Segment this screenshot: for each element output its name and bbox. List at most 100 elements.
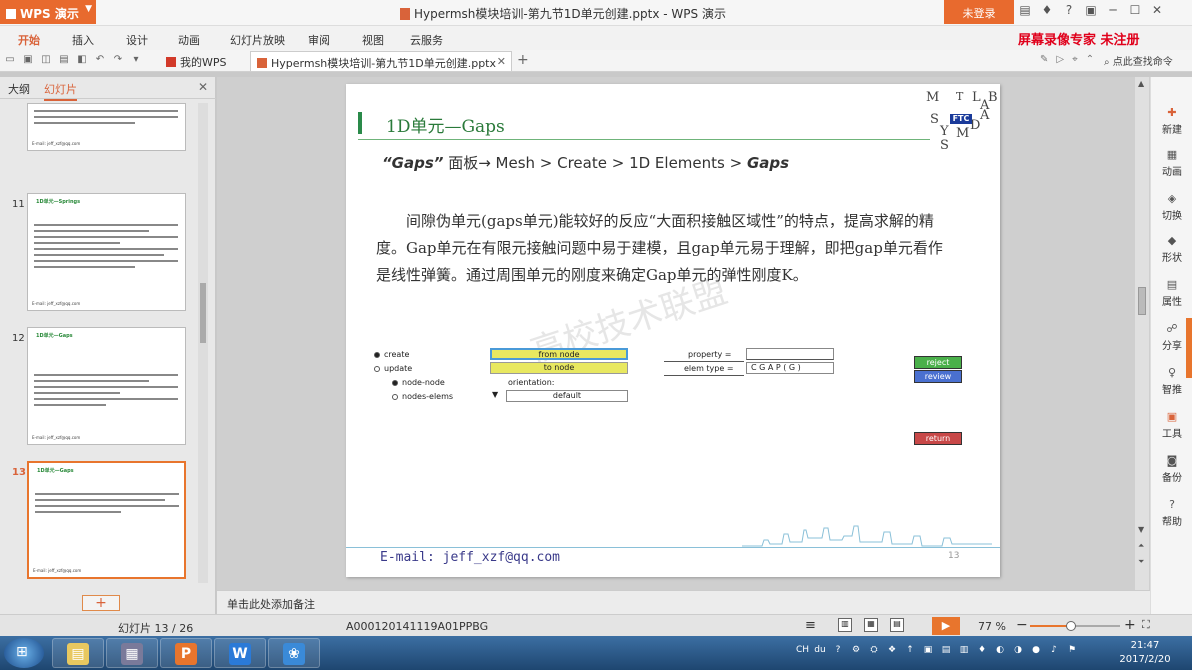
sidebar-expand-handle[interactable] (1186, 318, 1192, 378)
tray-app-icon[interactable]: ❖ (886, 645, 898, 655)
tray-gear-icon[interactable]: ⛭ (868, 645, 880, 655)
zoom-in-icon[interactable]: + (1124, 617, 1136, 633)
scroll-up-icon[interactable]: ▲ (1138, 79, 1144, 88)
sidebar-shape[interactable]: ◆ 形状 (1151, 235, 1192, 265)
redo-icon[interactable]: ↷ (112, 54, 124, 66)
tab-cloud[interactable]: 云服务 (410, 32, 443, 48)
volume-icon[interactable]: ♪ (1048, 645, 1060, 655)
maximize-icon[interactable]: ☐ (1128, 3, 1142, 17)
tab-design[interactable]: 设计 (126, 32, 148, 48)
slide-thumbnail-11[interactable]: 1D单元—Springs E-mail: jeff_xzf@qq.com (27, 193, 186, 311)
tab-view[interactable]: 视图 (362, 32, 384, 48)
customize-icon[interactable]: ▾ (130, 54, 142, 66)
zoom-slider[interactable] (1030, 621, 1120, 631)
body-paragraph[interactable]: 间隙伪单元(gaps单元)能较好的反应“大面积接触区域性”的特点，提高求解的精度… (376, 208, 956, 289)
reading-view-icon[interactable]: ▤ (890, 618, 904, 632)
slide-thumbnail-13[interactable]: 1D单元—Gaps E-mail: jeff_xzf@qq.com (27, 461, 186, 579)
sidebar-help[interactable]: ? 帮助 (1151, 499, 1192, 529)
action-center-icon[interactable]: ⚑ (1066, 645, 1078, 655)
slideshow-play-button[interactable]: ▶ (932, 617, 960, 635)
taskbar-wps-writer[interactable]: W (214, 638, 266, 668)
tray-icon-3[interactable]: ▥ (958, 645, 970, 655)
tab-home[interactable]: 开始 (18, 32, 40, 48)
language-indicator[interactable]: CH (796, 645, 809, 655)
tab-insert[interactable]: 插入 (72, 32, 94, 48)
fit-window-icon[interactable]: ⛶ (1142, 618, 1150, 632)
slide-scroll-thumb[interactable] (1138, 287, 1146, 315)
taskbar-hypermesh[interactable]: ▦ (106, 638, 158, 668)
open-icon[interactable]: ▭ (4, 54, 16, 66)
tray-icon-7[interactable]: ● (1030, 645, 1042, 655)
skin-icon[interactable]: ▤ (1018, 3, 1032, 17)
normal-view-icon[interactable]: ▥ (838, 618, 852, 632)
slide-thumbnail-12[interactable]: 1D单元—Gaps E-mail: jeff_xzf@qq.com (27, 327, 186, 445)
help-icon[interactable]: ? (1062, 3, 1076, 17)
tray-icon-5[interactable]: ◐ (994, 645, 1006, 655)
show-hidden-icons[interactable]: ↑ (904, 645, 916, 655)
save-icon[interactable]: ▣ (22, 54, 34, 66)
scroll-down-icon[interactable]: ▼ (1138, 525, 1144, 534)
footer-email[interactable]: E-mail: jeff_xzf@qq.com (380, 550, 560, 565)
wps-app-menu-button[interactable]: WPS 演示 ▼ (0, 0, 96, 24)
close-panel-icon[interactable]: ✕ (198, 80, 208, 94)
collapse-icon[interactable]: ⌃ (1086, 54, 1094, 65)
share-icon[interactable]: ▷ (1056, 54, 1064, 65)
system-clock[interactable]: 21:47 2017/2/20 (1110, 639, 1180, 667)
slide-title[interactable]: 1D单元—Gaps (386, 112, 505, 137)
pin-icon[interactable]: ⌖ (1072, 54, 1078, 65)
command-search[interactable]: ⌕ 点此查找命令 (1104, 53, 1173, 68)
sidebar-properties[interactable]: ▤ 属性 (1151, 279, 1192, 309)
sidebar-tools[interactable]: ▣ 工具 (1151, 411, 1192, 441)
slide-thumbnail-10[interactable]: E-mail: jeff_xzf@qq.com (27, 103, 186, 151)
zoom-out-icon[interactable]: − (1016, 617, 1028, 633)
tab-review[interactable]: 审阅 (308, 32, 330, 48)
tray-icon-4[interactable]: ♦ (976, 645, 988, 655)
sidebar-transition[interactable]: ◈ 切换 (1151, 193, 1192, 223)
prev-slide-icon[interactable]: ⏶ (1138, 541, 1144, 551)
tab-my-wps[interactable]: 我的WPS (160, 51, 233, 71)
add-slide-button[interactable]: + (82, 595, 120, 611)
baidu-input-icon[interactable]: du (814, 645, 826, 655)
tab-document[interactable]: Hypermsh模块培训-第九节1D单元创建.pptx ✕ (250, 51, 512, 71)
sidebar-backup[interactable]: ◙ 备份 (1151, 455, 1192, 485)
shirt-icon[interactable]: ♦ (1040, 3, 1054, 17)
print-icon[interactable]: ▤ (58, 54, 70, 66)
tray-help-icon[interactable]: ? (832, 645, 844, 655)
panel-scrollbar[interactable] (198, 103, 208, 583)
close-tab-icon[interactable]: ✕ (497, 55, 506, 68)
taskbar-explorer[interactable]: ▤ (52, 638, 104, 668)
pdf-icon[interactable]: ◫ (40, 54, 52, 66)
brush-icon[interactable]: ✎ (1040, 54, 1048, 65)
tray-settings-icon[interactable]: ⚙ (850, 645, 862, 655)
undo-icon[interactable]: ↶ (94, 54, 106, 66)
sidebar-animation[interactable]: ▦ 动画 (1151, 149, 1192, 179)
preview-icon[interactable]: ◧ (76, 54, 88, 66)
minimize-icon[interactable]: ─ (1106, 3, 1120, 17)
login-button[interactable]: 未登录 (944, 0, 1014, 24)
panel-scroll-thumb[interactable] (200, 283, 206, 343)
next-slide-icon[interactable]: ⏷ (1138, 557, 1144, 567)
notes-area[interactable]: 单击此处添加备注 (217, 590, 1150, 614)
tab-slides[interactable]: 幻灯片 (44, 81, 77, 101)
tab-slideshow[interactable]: 幻灯片放映 (230, 32, 285, 48)
tray-icon-6[interactable]: ◑ (1012, 645, 1024, 655)
close-icon[interactable]: ✕ (1150, 3, 1164, 17)
tray-icon-1[interactable]: ▣ (922, 645, 934, 655)
tab-animation[interactable]: 动画 (178, 32, 200, 48)
recorder-watermark: 屏幕录像专家 未注册 (1018, 33, 1140, 48)
new-tab-button[interactable]: + (517, 52, 529, 68)
taskbar-recorder[interactable]: ❀ (268, 638, 320, 668)
feedback-icon[interactable]: ▣ (1084, 3, 1098, 17)
sidebar-smart-label: 智推 (1162, 385, 1182, 396)
notes-toggle-icon[interactable]: ≡ (805, 618, 816, 633)
start-button[interactable]: ⊞ (4, 638, 44, 668)
current-slide[interactable]: 1D单元—Gaps M T L A B S Y M S D A FTC “Gap… (346, 84, 1000, 577)
menu-path[interactable]: “Gaps” 面板→ Mesh > Create > 1D Elements >… (382, 152, 789, 173)
tab-outline[interactable]: 大纲 (8, 81, 30, 97)
tray-icon-2[interactable]: ▤ (940, 645, 952, 655)
sidebar-new[interactable]: ✚ 新建 (1151, 107, 1192, 137)
zoom-slider-knob[interactable] (1065, 621, 1076, 631)
slide-scrollbar[interactable]: ▲ ▼ ⏶ ⏷ (1135, 77, 1149, 590)
taskbar-wps-presentation[interactable]: P (160, 638, 212, 668)
sorter-view-icon[interactable]: ▦ (864, 618, 878, 632)
